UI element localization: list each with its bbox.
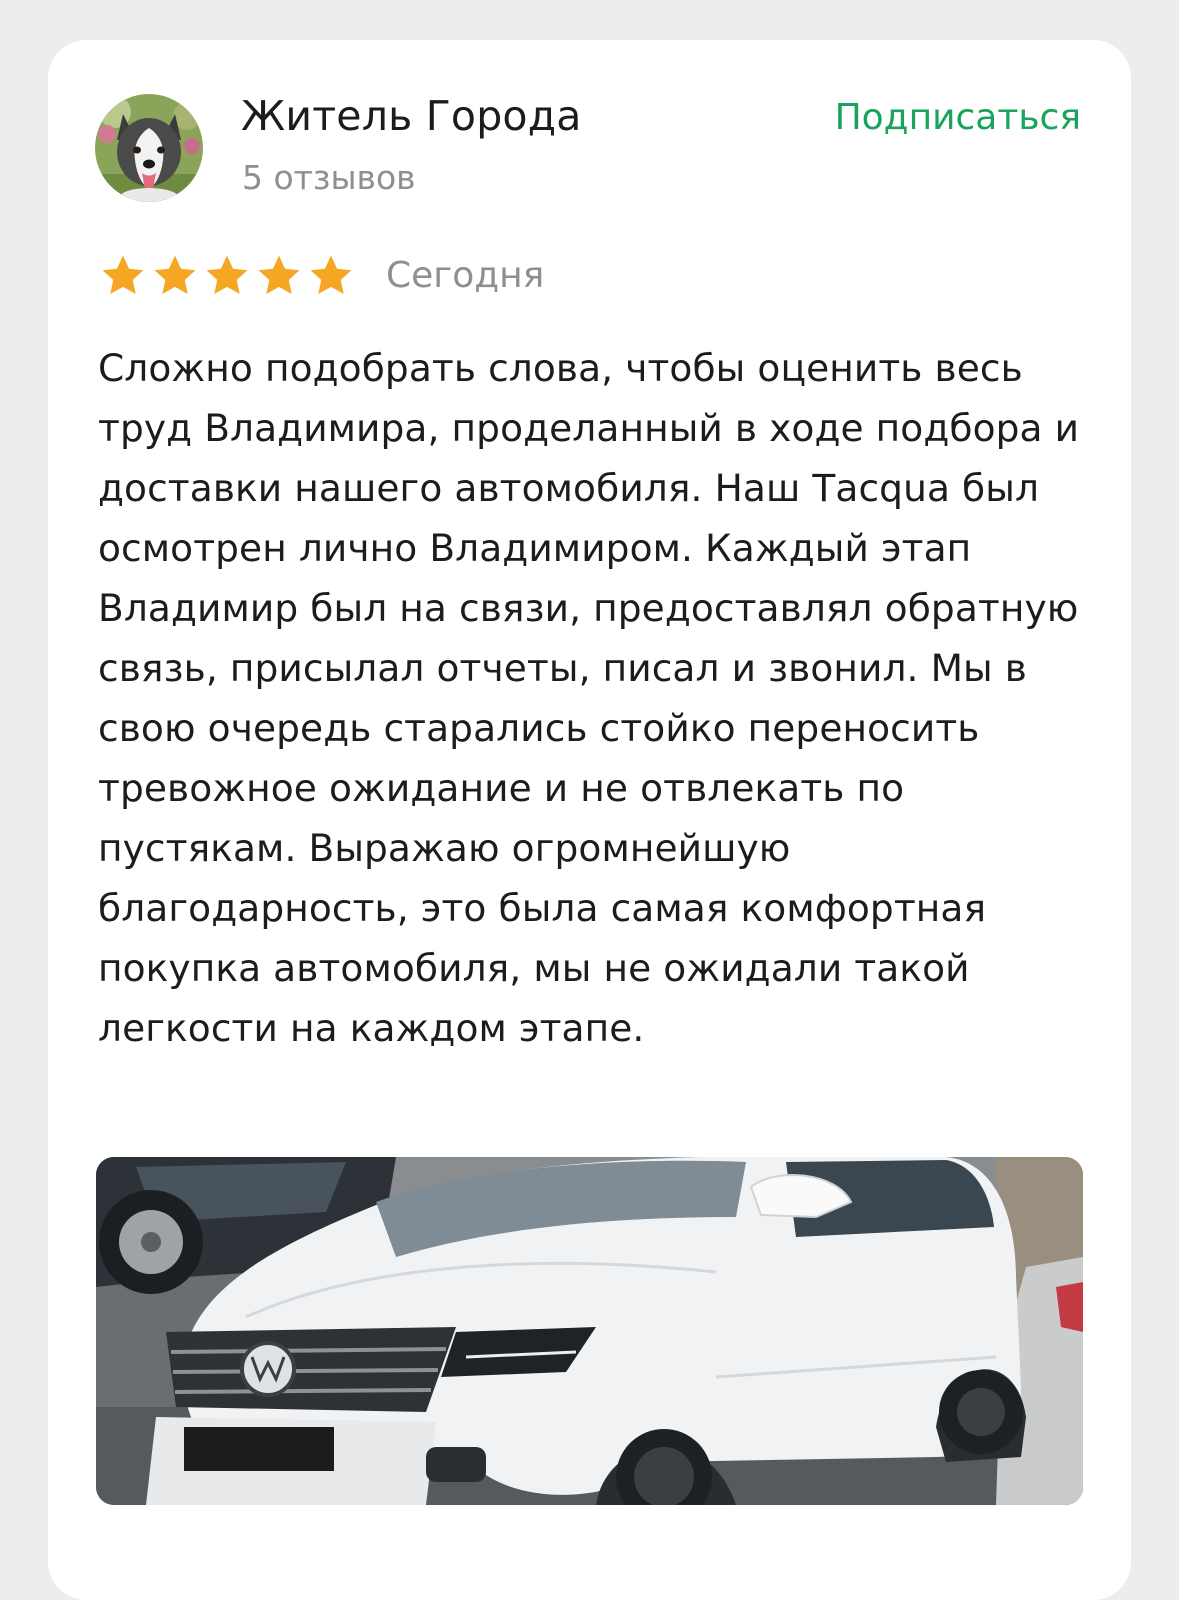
star-icon: [258, 255, 300, 295]
author-name[interactable]: Житель Города: [241, 92, 582, 140]
avatar[interactable]: [95, 94, 203, 202]
star-icon: [206, 255, 248, 295]
review-photo[interactable]: [96, 1157, 1083, 1505]
review-card: Житель Города 5 отзывов Подписаться Сего…: [48, 40, 1131, 1600]
husky-avatar-icon: [95, 94, 203, 202]
car-photo-icon: [96, 1157, 1083, 1505]
review-date: Сегодня: [386, 255, 545, 296]
review-text: Сложно подобрать слова, чтобы оценить ве…: [98, 346, 1080, 1050]
author-review-count: 5 отзывов: [242, 158, 416, 197]
star-icon: [310, 255, 352, 295]
rating: Сегодня: [98, 252, 544, 300]
subscribe-button[interactable]: Подписаться: [835, 96, 1081, 140]
star-icon: [154, 255, 196, 295]
star-icon: [102, 255, 144, 295]
